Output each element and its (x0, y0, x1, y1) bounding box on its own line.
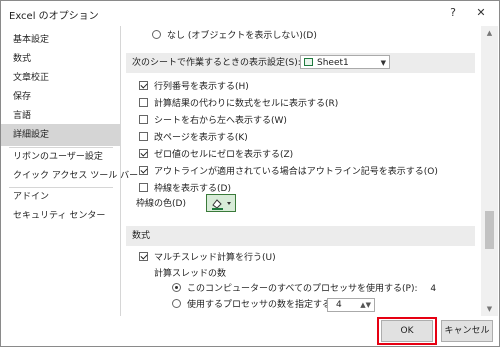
option-outline-symbols[interactable]: アウトラインが適用されている場合はアウトライン記号を表示する(O) (139, 164, 438, 180)
option-manual-processors[interactable]: 使用するプロセッサの数を指定する(M): (172, 297, 349, 313)
option-page-breaks[interactable]: 改ページを表示する(K) (139, 130, 248, 146)
option-label: ゼロ値のセルにゼロを表示する(Z) (154, 150, 294, 160)
option-show-headers[interactable]: 行列番号を表示する(H) (139, 79, 249, 95)
checkbox[interactable] (139, 81, 148, 90)
section-title: 数式 (132, 231, 151, 241)
sidebar-item-advanced[interactable]: 詳細設定 (1, 124, 120, 146)
option-label: シートを右から左へ表示する(W) (154, 116, 287, 126)
checkbox[interactable] (139, 183, 148, 192)
spinner-value: 4 (336, 300, 342, 310)
gridline-color-button[interactable] (206, 194, 236, 212)
help-icon[interactable]: ? (441, 3, 465, 23)
excel-options-dialog: Excel のオプション ? ✕ 基本設定 数式 文章校正 保存 言語 詳細設定… (0, 0, 500, 347)
scroll-up-icon[interactable]: ▲ (481, 26, 498, 40)
sheet-display-section: 次のシートで作業するときの表示設定(S): Sheet1 ▼ (126, 53, 475, 73)
scroll-thumb[interactable] (485, 211, 494, 249)
checkbox[interactable] (139, 132, 148, 141)
gridline-color-label: 枠線の色(D) (136, 199, 186, 209)
no-objects-option[interactable]: なし (オブジェクトを表示しない)(D) (152, 28, 317, 44)
paint-bucket-icon (212, 199, 231, 210)
radio-button[interactable] (152, 30, 161, 39)
dialog-title: Excel のオプション (9, 11, 99, 22)
option-label: 枠線を表示する(D) (154, 184, 231, 194)
option-label: 使用するプロセッサの数を指定する(M): (187, 300, 349, 310)
option-label: マルチスレッド計算を行う(U) (154, 253, 276, 263)
sheet-dropdown-value: Sheet1 (317, 58, 349, 68)
scroll-down-icon[interactable]: ▼ (481, 302, 498, 316)
sidebar-item-quick-access-toolbar[interactable]: クイック アクセス ツール バー (1, 165, 138, 187)
sidebar-item-trust-center[interactable]: セキュリティ センター (1, 205, 120, 227)
processor-count: 4 (430, 284, 437, 294)
worksheet-icon (304, 58, 313, 66)
spinner-arrows-icon[interactable]: ▲▼ (360, 299, 371, 311)
ok-highlight-frame (377, 317, 437, 345)
section-label: 次のシートで作業するときの表示設定(S): (132, 58, 301, 68)
option-label: 行列番号を表示する(H) (154, 82, 249, 92)
checkbox[interactable] (139, 98, 148, 107)
radio-button[interactable] (172, 283, 181, 292)
radio-button[interactable] (172, 299, 181, 308)
vertical-scrollbar[interactable]: ▲ ▼ (481, 26, 498, 316)
chevron-down-icon: ▼ (380, 59, 386, 67)
close-icon[interactable]: ✕ (469, 3, 493, 23)
checkbox[interactable] (139, 149, 148, 158)
processor-count-spinner[interactable]: 4 ▲▼ (327, 298, 375, 312)
option-label: なし (オブジェクトを表示しない)(D) (167, 31, 317, 41)
sidebar: 基本設定 数式 文章校正 保存 言語 詳細設定 リボンのユーザー設定 クイック … (1, 26, 138, 316)
options-content: なし (オブジェクトを表示しない)(D) 次のシートで作業するときの表示設定(S… (122, 26, 480, 316)
option-label: このコンピューターのすべてのプロセッサを使用する(P): (187, 284, 418, 294)
checkbox[interactable] (139, 166, 148, 175)
option-right-to-left[interactable]: シートを右から左へ表示する(W) (139, 113, 287, 129)
formula-section: 数式 (126, 226, 475, 246)
checkbox[interactable] (139, 115, 148, 124)
option-all-processors[interactable]: このコンピューターのすべてのプロセッサを使用する(P): 4 (172, 281, 436, 297)
checkbox[interactable] (139, 252, 148, 261)
threads-label: 計算スレッドの数 (154, 269, 227, 279)
sheet-dropdown[interactable]: Sheet1 ▼ (300, 55, 390, 69)
option-label: 改ページを表示する(K) (154, 133, 248, 143)
title-bar: Excel のオプション ? ✕ (1, 1, 499, 25)
option-label: 計算結果の代わりに数式をセルに表示する(R) (154, 99, 339, 109)
option-label: アウトラインが適用されている場合はアウトライン記号を表示する(O) (154, 167, 438, 177)
option-show-formulas[interactable]: 計算結果の代わりに数式をセルに表示する(R) (139, 96, 338, 112)
cancel-button[interactable]: キャンセル (441, 320, 493, 342)
option-multithread[interactable]: マルチスレッド計算を行う(U) (139, 250, 276, 266)
option-show-zeros[interactable]: ゼロ値のセルにゼロを表示する(Z) (139, 147, 293, 163)
